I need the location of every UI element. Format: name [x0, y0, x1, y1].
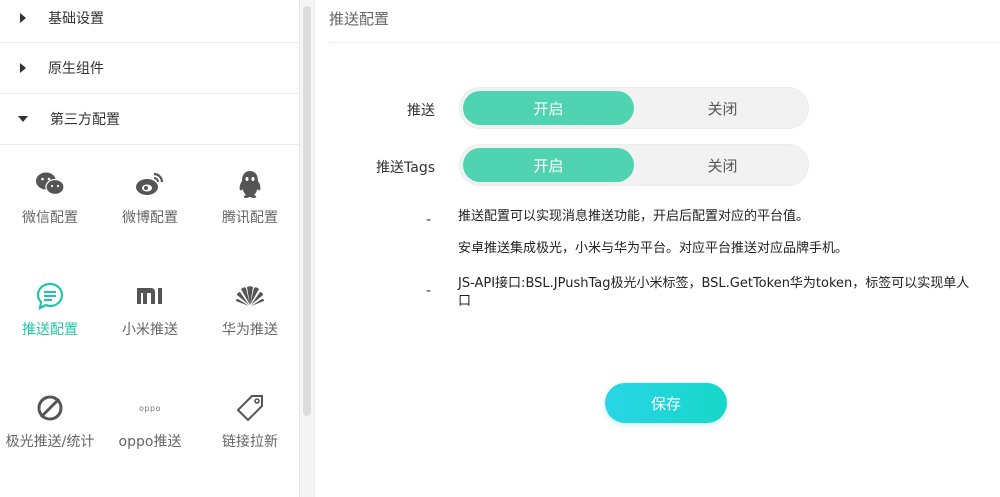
menu-label: 基础设置 [48, 10, 104, 27]
grid-item-push[interactable]: 推送配置 [0, 257, 100, 369]
huawei-icon [233, 279, 267, 313]
tag-icon [233, 391, 267, 425]
weibo-icon [133, 167, 167, 201]
push-label: 推送 [407, 103, 435, 119]
push-tags-toggle: 开启 关闭 [459, 144, 809, 186]
grid-item-wechat[interactable]: 微信配置 [0, 145, 100, 257]
menu-basic-settings[interactable]: 基础设置 [0, 0, 300, 43]
app-window: 基础设置 原生组件 第三方配置 微信配置 微博配置 腾讯配置 推送配置 小米推送… [0, 0, 1000, 497]
sidebar-scrollbar[interactable] [300, 0, 314, 497]
menu-label: 原生组件 [48, 61, 104, 77]
grid-item-huawei[interactable]: 华为推送 [200, 257, 300, 369]
grid-item-xiaomi[interactable]: 小米推送 [100, 257, 200, 369]
grid-item-label: 腾讯配置 [222, 210, 278, 226]
push-off-option[interactable]: 关闭 [637, 88, 808, 128]
wechat-icon [33, 167, 67, 201]
menu-label: 第三方配置 [50, 112, 120, 128]
grid-item-label: 链接拉新 [222, 434, 278, 450]
grid-item-tencent[interactable]: 腾讯配置 [200, 145, 300, 257]
svg-text:oppo: oppo [139, 404, 161, 413]
grid-item-label: 小米推送 [122, 322, 178, 338]
caret-right-icon [20, 63, 26, 73]
note-line: 安卓推送集成极光，小米与华为平台。对应平台推送对应品牌手机。 [458, 241, 849, 256]
title-divider [329, 42, 1000, 43]
grid-item-label: 极光推送/统计 [5, 434, 95, 450]
grid-item-jiguang[interactable]: 极光推送/统计 [0, 369, 100, 481]
note-dash: - [426, 283, 432, 299]
sidebar: 基础设置 原生组件 第三方配置 微信配置 微博配置 腾讯配置 推送配置 小米推送… [0, 0, 300, 497]
push-on-option[interactable]: 开启 [463, 91, 634, 125]
caret-right-icon [20, 12, 26, 23]
note-dash: - [426, 212, 432, 228]
grid-item-weibo[interactable]: 微博配置 [100, 145, 200, 257]
grid-item-label: 微信配置 [22, 210, 78, 226]
grid-item-label: 微博配置 [122, 210, 178, 226]
menu-third-party[interactable]: 第三方配置 [0, 94, 300, 145]
menu-native-components[interactable]: 原生组件 [0, 43, 300, 94]
jiguang-icon [33, 391, 67, 425]
grid-item-oppo[interactable]: oppo oppo推送 [100, 369, 200, 481]
qq-icon [233, 167, 267, 201]
push-toggle: 开启 关闭 [459, 87, 809, 129]
scrollbar-thumb[interactable] [303, 6, 311, 416]
push-tags-off-option[interactable]: 关闭 [637, 145, 808, 185]
oppo-icon: oppo [133, 391, 167, 425]
grid-item-link-invite[interactable]: 链接拉新 [200, 369, 300, 481]
grid-item-label: 推送配置 [22, 322, 78, 338]
page-title: 推送配置 [329, 10, 390, 28]
push-tags-on-option[interactable]: 开启 [463, 148, 634, 182]
push-tags-label: 推送Tags [376, 160, 435, 176]
grid-item-label: oppo推送 [118, 434, 182, 450]
note-line: 推送配置可以实现消息推送功能，开启后配置对应的平台值。 [458, 209, 810, 224]
note-line: 口 [458, 294, 472, 309]
xiaomi-icon [133, 279, 167, 313]
main-panel: 推送配置 推送 开启 关闭 推送Tags 开启 关闭 - 推送配置可以实现消息推… [315, 0, 1000, 497]
message-icon [33, 279, 67, 313]
note-line: JS-API接口:BSL.JPushTag极光小米标签，BSL.GetToken… [458, 276, 970, 291]
grid-item-label: 华为推送 [222, 322, 278, 338]
caret-down-icon [18, 116, 28, 122]
save-button[interactable]: 保存 [605, 383, 727, 423]
